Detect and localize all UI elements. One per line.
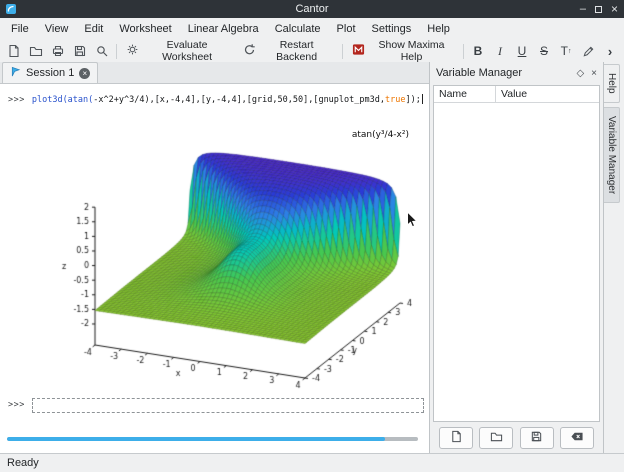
progress-bar: [7, 437, 418, 441]
superscript-button[interactable]: T↑: [555, 41, 577, 61]
save-variables-button[interactable]: [520, 427, 554, 449]
worksheet-pane: Session 1 × >>> plot3d(atan(-x^2+y^3/4),…: [0, 62, 429, 453]
float-panel-icon[interactable]: ◇: [576, 68, 584, 79]
code-segment: -x^2+y^3/4),[x,-4,4],[y,-4,4],[grid,50,5…: [93, 95, 385, 105]
printer-icon: [51, 44, 65, 58]
find-button[interactable]: [91, 41, 113, 61]
save-button[interactable]: [69, 41, 91, 61]
menu-item-settings[interactable]: Settings: [364, 19, 420, 39]
show-maxima-help-button[interactable]: Show Maxima Help: [346, 41, 460, 61]
column-header-value[interactable]: Value: [496, 86, 599, 102]
tab-close-icon[interactable]: ×: [79, 68, 90, 79]
toolbar-separator: [463, 44, 464, 59]
close-panel-icon[interactable]: ×: [591, 68, 597, 79]
menu-item-calculate[interactable]: Calculate: [267, 19, 329, 39]
new-variable-button[interactable]: [439, 427, 473, 449]
variable-table: Name Value: [433, 85, 600, 422]
pen-icon: [582, 45, 595, 58]
variable-table-body: [434, 104, 599, 421]
show-maxima-help-label: Show Maxima Help: [369, 39, 454, 63]
evaluate-worksheet-label: Evaluate Worksheet: [143, 39, 231, 63]
menu-item-linear-algebra[interactable]: Linear Algebra: [180, 19, 267, 39]
session-tabbar: Session 1 ×: [0, 62, 429, 84]
variable-manager-header: Variable Manager ◇ ×: [430, 62, 603, 84]
new-command-entry: >>>: [8, 398, 424, 413]
restart-icon: [243, 43, 256, 59]
column-header-name[interactable]: Name: [434, 86, 496, 102]
new-document-icon: [7, 44, 21, 58]
magnifier-icon: [95, 44, 109, 58]
clear-backspace-icon: [570, 430, 584, 446]
minimize-button[interactable]: –: [580, 4, 586, 14]
toolbar-overflow-button[interactable]: ›: [599, 41, 621, 61]
command-prompt: >>>: [8, 400, 25, 411]
tab-session-1[interactable]: Session 1 ×: [2, 62, 98, 83]
session-tab-label: Session 1: [26, 67, 74, 79]
variable-table-header: Name Value: [434, 86, 599, 103]
clear-variables-button[interactable]: [560, 427, 594, 449]
variable-manager-title: Variable Manager: [436, 67, 569, 79]
menu-item-view[interactable]: View: [37, 19, 77, 39]
menu-item-worksheet[interactable]: Worksheet: [111, 19, 179, 39]
restart-backend-label: Restart Backend: [260, 39, 333, 63]
cantor-window: Cantor – × File View Edit Worksheet Line…: [0, 0, 624, 472]
variable-manager-toolbar: [433, 427, 600, 449]
new-worksheet-button[interactable]: [3, 41, 25, 61]
evaluate-worksheet-button[interactable]: Evaluate Worksheet: [120, 41, 237, 61]
plot-output: atan(y³/4-x²): [43, 108, 425, 392]
side-tab-strip: Help Variable Manager: [603, 62, 624, 453]
main-area: Session 1 × >>> plot3d(atan(-x^2+y^3/4),…: [0, 62, 624, 453]
restart-backend-button[interactable]: Restart Backend: [237, 41, 339, 61]
statusbar: Ready: [0, 453, 624, 472]
code-line[interactable]: plot3d(atan(-x^2+y^3/4),[x,-4,4],[y,-4,4…: [32, 94, 423, 106]
strikethrough-button[interactable]: S: [533, 41, 555, 61]
new-document-icon: [450, 430, 463, 446]
status-text: Ready: [7, 457, 39, 469]
folder-icon: [490, 430, 503, 446]
plot-title: atan(y³/4-x²): [352, 130, 409, 140]
variable-manager-panel: Variable Manager ◇ × Name Value: [430, 62, 603, 453]
folder-icon: [29, 44, 43, 58]
run-gear-icon: [126, 43, 139, 59]
code-segment: ]);: [405, 95, 420, 105]
worksheet: >>> plot3d(atan(-x^2+y^3/4),[x,-4,4],[y,…: [0, 84, 429, 453]
bold-button[interactable]: B: [467, 41, 489, 61]
text-cursor: [422, 94, 423, 104]
floppy-icon: [530, 430, 543, 446]
command-input-box[interactable]: [32, 398, 424, 413]
tab-help[interactable]: Help: [604, 64, 620, 103]
session-icon: [10, 66, 21, 80]
format-pen-button[interactable]: [577, 41, 599, 61]
toolbar-separator: [342, 44, 343, 59]
window-title: Cantor: [0, 3, 624, 15]
plot3d-canvas: [43, 108, 425, 392]
code-segment: plot3d(atan(: [32, 95, 93, 105]
underline-button[interactable]: U: [511, 41, 533, 61]
maximize-button[interactable]: [595, 6, 602, 13]
superscript-arrow-icon: ↑: [568, 48, 572, 55]
menu-item-help[interactable]: Help: [419, 19, 458, 39]
floppy-icon: [73, 44, 87, 58]
menubar: File View Edit Worksheet Linear Algebra …: [0, 18, 624, 40]
menu-item-file[interactable]: File: [3, 19, 37, 39]
maxima-icon: [352, 43, 365, 59]
command-entry: >>> plot3d(atan(-x^2+y^3/4),[x,-4,4],[y,…: [8, 94, 425, 106]
tab-variable-manager[interactable]: Variable Manager: [604, 107, 620, 203]
menu-item-plot[interactable]: Plot: [329, 19, 364, 39]
open-button[interactable]: [25, 41, 47, 61]
italic-button[interactable]: I: [489, 41, 511, 61]
command-prompt: >>>: [8, 95, 25, 106]
toolbar-separator: [116, 44, 117, 59]
progress-fill: [7, 437, 385, 441]
load-variables-button[interactable]: [479, 427, 513, 449]
mouse-cursor-icon: [406, 211, 418, 232]
titlebar: Cantor – ×: [0, 0, 624, 18]
code-segment: true: [385, 95, 405, 105]
main-toolbar: Evaluate Worksheet Restart Backend Show …: [0, 40, 624, 62]
close-button[interactable]: ×: [611, 4, 618, 14]
print-button[interactable]: [47, 41, 69, 61]
menu-item-edit[interactable]: Edit: [76, 19, 111, 39]
